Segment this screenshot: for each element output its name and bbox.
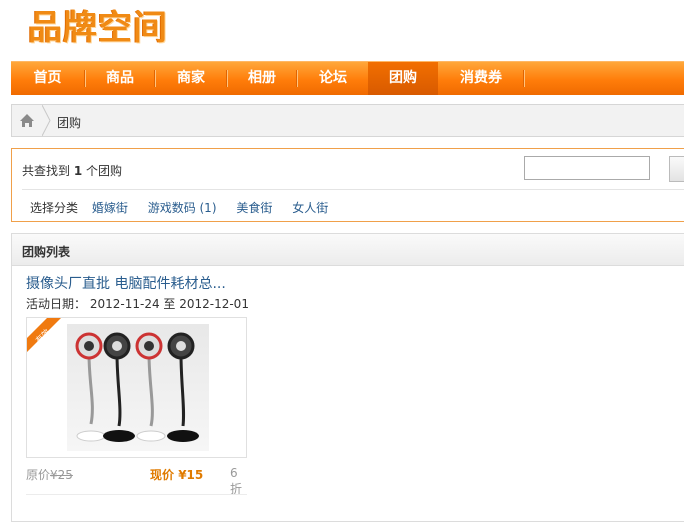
- nav-groupbuy[interactable]: 团购: [368, 62, 438, 95]
- main-nav: 首页 商品 商家 相册 论坛 团购 消费券: [11, 61, 684, 95]
- current-price-value: ¥15: [178, 468, 204, 482]
- price-row: 原价¥25 现价 ¥15 6折: [26, 466, 247, 496]
- nav-forum[interactable]: 论坛: [298, 62, 368, 95]
- search-input[interactable]: [524, 156, 650, 180]
- divider: [22, 189, 684, 190]
- current-price: 现价 ¥15: [150, 466, 203, 483]
- nav-separator: [523, 70, 525, 87]
- home-icon[interactable]: [12, 105, 42, 136]
- result-count-suffix: 个团购: [86, 164, 123, 178]
- date-label: 活动日期：: [26, 297, 87, 311]
- category-filter: 选择分类 婚嫁街 游戏数码 (1) 美食街 女人街: [30, 199, 344, 216]
- divider: [26, 494, 247, 495]
- nav-albums[interactable]: 相册: [228, 62, 296, 95]
- original-price: 原价¥25: [26, 466, 73, 483]
- product-title-link[interactable]: 摄像头厂直批 电脑配件耗材总...: [26, 273, 226, 293]
- nav-merchants[interactable]: 商家: [156, 62, 226, 95]
- original-price-label: 原价: [26, 468, 51, 482]
- breadcrumb: 团购: [11, 104, 684, 137]
- product-date: 活动日期： 2012-11-24 至 2012-12-01: [26, 295, 249, 312]
- list-title: 团购列表: [22, 245, 71, 259]
- nav-home[interactable]: 首页: [11, 62, 84, 95]
- result-count: 共查找到 1 个团购: [22, 162, 122, 179]
- category-games-digital[interactable]: 游戏数码 (1): [148, 201, 217, 215]
- groupbuy-list: 团购列表 摄像头厂直批 电脑配件耗材总... 活动日期： 2012-11-24 …: [11, 233, 684, 522]
- category-wedding[interactable]: 婚嫁街: [92, 201, 128, 215]
- category-label: 选择分类: [30, 201, 79, 215]
- breadcrumb-chevron-icon: [41, 104, 52, 137]
- product-image[interactable]: 有效: [26, 317, 247, 458]
- brand-logo[interactable]: 品牌空间: [28, 2, 168, 48]
- search-button[interactable]: [669, 156, 684, 182]
- result-count-prefix: 共查找到: [22, 164, 71, 178]
- valid-ribbon-badge: 有效: [27, 318, 61, 352]
- date-value: 2012-11-24 至 2012-12-01: [89, 297, 249, 311]
- current-price-label: 现价: [150, 468, 175, 482]
- list-header: 团购列表: [12, 234, 684, 266]
- search-results-box: 共查找到 1 个团购 选择分类 婚嫁街 游戏数码 (1) 美食街 女人街: [11, 148, 684, 222]
- result-count-number: 1: [73, 164, 83, 178]
- category-food[interactable]: 美食街: [236, 201, 272, 215]
- webcam-photo: [67, 324, 209, 451]
- breadcrumb-current: 团购: [57, 116, 82, 130]
- original-price-value: ¥25: [50, 468, 73, 482]
- category-women[interactable]: 女人街: [292, 201, 328, 215]
- discount: 6折: [230, 466, 243, 496]
- nav-products[interactable]: 商品: [86, 62, 154, 95]
- nav-coupons[interactable]: 消费券: [440, 62, 522, 95]
